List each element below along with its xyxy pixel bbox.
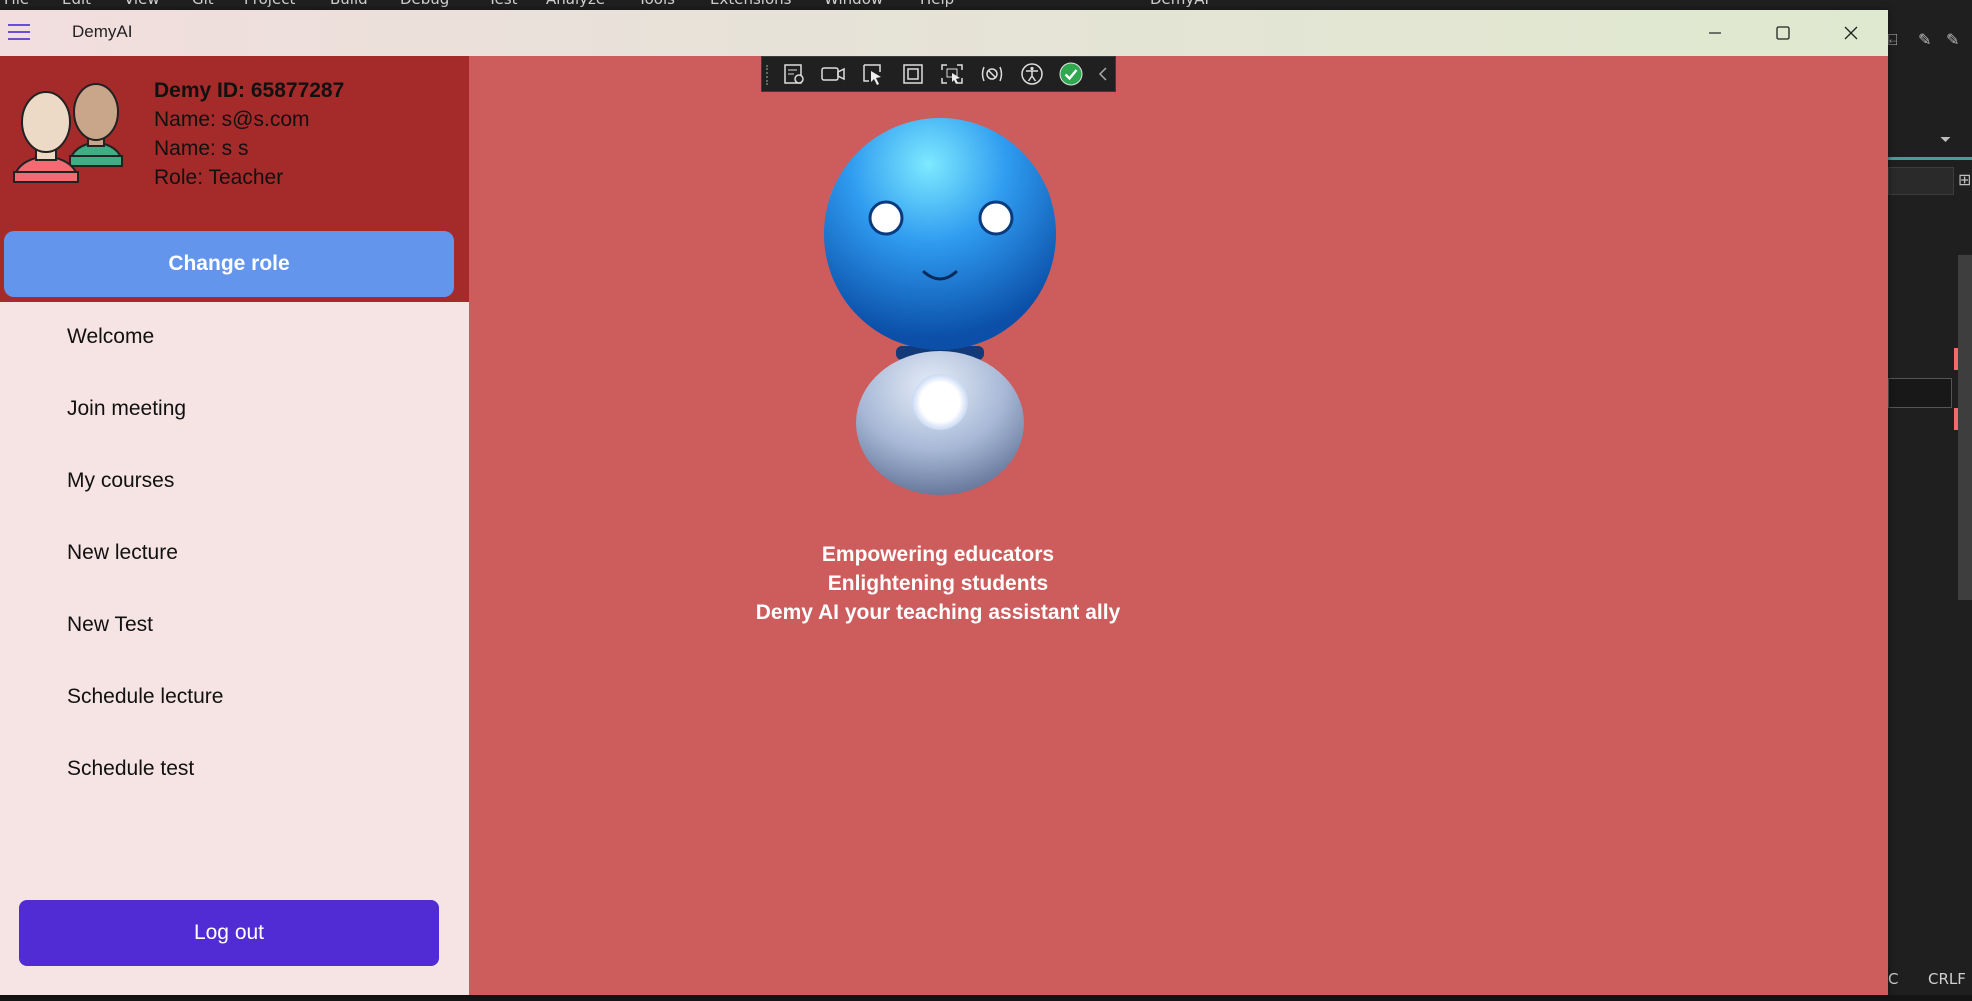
accessibility-checker-icon bbox=[1021, 63, 1043, 85]
ide-dropdown[interactable] bbox=[1888, 167, 1954, 195]
collapse-toolbar-button[interactable] bbox=[1091, 57, 1115, 91]
user-email: Name: s@s.com bbox=[154, 108, 310, 131]
ide-right-panel: ⍇ ✎ ✎ ⏷ ⊞ C CRLF bbox=[1888, 10, 1972, 995]
scrollbar-thumb[interactable] bbox=[1958, 255, 1972, 600]
error-marker bbox=[1954, 408, 1958, 430]
logout-button[interactable]: Log out bbox=[19, 900, 439, 966]
status-line-endings[interactable]: CRLF bbox=[1928, 970, 1966, 988]
menu-item-new-lecture[interactable]: New lecture bbox=[0, 538, 469, 610]
collapse-toolbar-icon bbox=[1099, 67, 1107, 81]
close-icon bbox=[1844, 26, 1858, 40]
no-issues-check-icon bbox=[1059, 62, 1083, 86]
display-layout-adorners-icon bbox=[903, 64, 923, 84]
filter-icon[interactable]: ⏷ bbox=[1940, 132, 1951, 148]
record-icon bbox=[821, 67, 846, 81]
ide-status-bar: C CRLF bbox=[1888, 964, 1972, 995]
robot-illustration bbox=[810, 108, 1070, 498]
app-title: DemyAI bbox=[72, 22, 133, 41]
navigation-drawer: Demy ID: 65877287 Name: s@s.com Name: s … bbox=[0, 56, 469, 995]
ide-bottom-edge bbox=[0, 995, 1972, 1001]
tagline-line: Empowering educators bbox=[821, 543, 1055, 566]
accessibility-checker-button[interactable] bbox=[1012, 57, 1052, 91]
track-focus-icon bbox=[941, 64, 964, 84]
minimize-icon bbox=[1709, 32, 1721, 34]
live-visual-tree-button[interactable] bbox=[774, 57, 814, 91]
pin-icon[interactable]: ✎ bbox=[1918, 30, 1931, 49]
record-button[interactable] bbox=[814, 57, 854, 91]
ide-menubar: File Edit View Git Project Build Debug T… bbox=[0, 0, 1972, 10]
tool-icon[interactable]: ⍇ bbox=[1888, 30, 1898, 50]
tagline-line: Demy AI your teaching assistant ally bbox=[755, 601, 1121, 624]
menu-item-join-meeting[interactable]: Join meeting bbox=[0, 394, 469, 466]
change-role-button[interactable]: Change role bbox=[4, 231, 454, 297]
select-element-icon bbox=[863, 64, 882, 85]
tagline-line: Enlightening students bbox=[827, 572, 1049, 595]
ide-text-field[interactable] bbox=[1888, 378, 1952, 408]
status-encoding[interactable]: C bbox=[1888, 970, 1898, 988]
track-focus-button[interactable] bbox=[933, 57, 973, 91]
select-element-button[interactable] bbox=[853, 57, 893, 91]
drawer-header: Demy ID: 65877287 Name: s@s.com Name: s … bbox=[0, 56, 469, 302]
live-visual-tree-icon bbox=[784, 64, 804, 84]
drawer-menu: Welcome Join meeting My courses New lect… bbox=[0, 322, 469, 826]
binding-failures-icon bbox=[981, 66, 1003, 82]
no-issues-button[interactable] bbox=[1052, 57, 1092, 91]
app-window: DemyAI Empowering educators Enlightening… bbox=[0, 10, 1888, 995]
layout-adorners-button[interactable] bbox=[893, 57, 933, 91]
demy-id: Demy ID: 65877287 bbox=[154, 79, 345, 102]
close-button[interactable] bbox=[1816, 10, 1886, 56]
active-tab-indicator bbox=[1888, 157, 1972, 160]
tagline: Empowering educators Enlightening studen… bbox=[600, 540, 1276, 627]
pin-icon[interactable]: ✎ bbox=[1946, 30, 1959, 49]
menu-item-schedule-test[interactable]: Schedule test bbox=[0, 754, 469, 826]
maximize-button[interactable] bbox=[1748, 10, 1818, 56]
menu-item-welcome[interactable]: Welcome bbox=[0, 322, 469, 394]
error-marker bbox=[1954, 348, 1958, 370]
xaml-debug-toolbar bbox=[761, 56, 1116, 92]
minimize-button[interactable] bbox=[1680, 10, 1750, 56]
hamburger-menu-icon[interactable] bbox=[8, 24, 30, 42]
user-name: Name: s s bbox=[154, 137, 249, 160]
title-bar: DemyAI bbox=[0, 10, 1888, 56]
user-info: Demy ID: 65877287 Name: s@s.com Name: s … bbox=[154, 76, 344, 192]
user-role: Role: Teacher bbox=[154, 166, 284, 189]
menu-item-new-test[interactable]: New Test bbox=[0, 610, 469, 682]
menu-item-my-courses[interactable]: My courses bbox=[0, 466, 469, 538]
binding-failures-button[interactable] bbox=[972, 57, 1012, 91]
split-icon[interactable]: ⊞ bbox=[1958, 170, 1971, 189]
menu-item-schedule-lecture[interactable]: Schedule lecture bbox=[0, 682, 469, 754]
users-avatar-icon bbox=[12, 76, 134, 186]
maximize-icon bbox=[1776, 26, 1790, 40]
toolbar-grip[interactable] bbox=[766, 65, 770, 85]
